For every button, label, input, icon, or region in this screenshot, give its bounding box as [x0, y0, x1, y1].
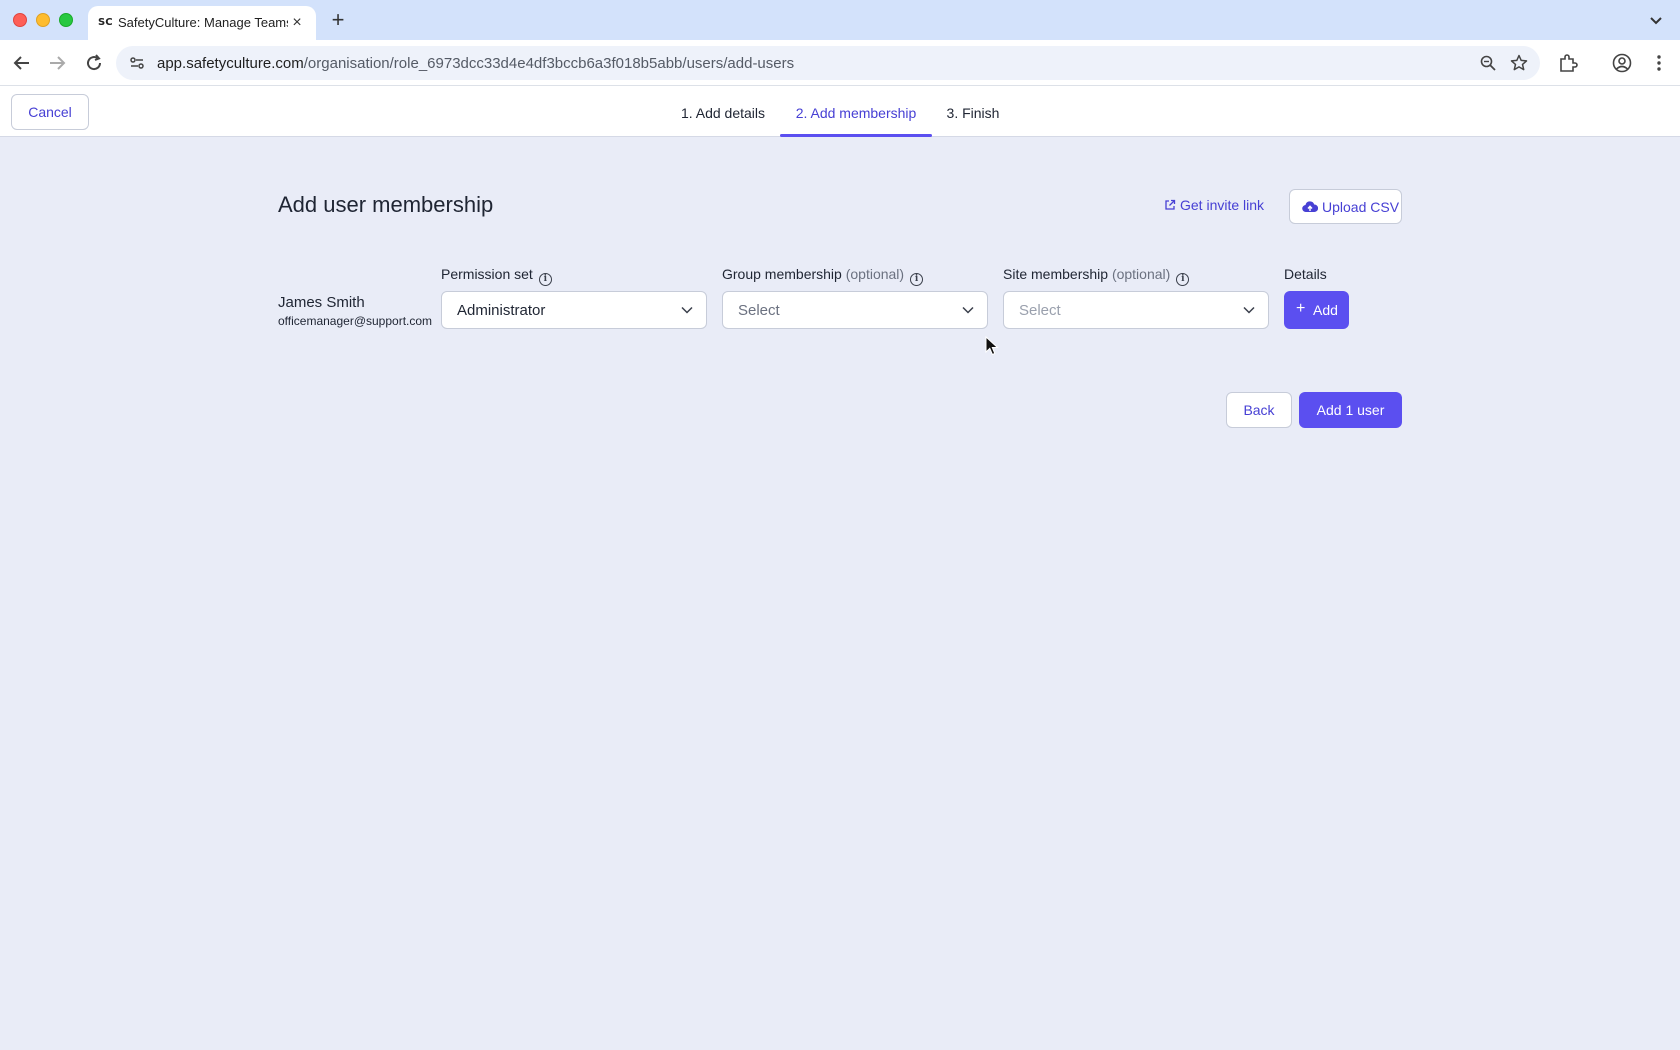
- permission-set-label-text: Permission set: [441, 266, 533, 282]
- chevron-down-icon: [1243, 306, 1255, 314]
- url-text: app.safetyculture.com/organisation/role_…: [157, 55, 794, 72]
- window-zoom-button[interactable]: [59, 13, 73, 27]
- safetyculture-favicon-icon: SC: [98, 17, 113, 28]
- back-arrow-icon[interactable]: [10, 51, 34, 75]
- step-label: 1. Add details: [680, 105, 766, 121]
- back-button[interactable]: Back: [1226, 392, 1292, 428]
- upload-csv-button[interactable]: Upload CSV: [1289, 189, 1402, 224]
- details-label: Details: [1284, 266, 1327, 282]
- wizard-header: Cancel 1. Add details 2. Add membership …: [0, 86, 1680, 137]
- cancel-button[interactable]: Cancel: [11, 94, 89, 130]
- url-path: /organisation/role_6973dcc33d4e4df3bccb6…: [303, 55, 795, 72]
- group-membership-label-text: Group membership: [722, 266, 842, 282]
- site-info-icon[interactable]: [128, 54, 146, 72]
- bookmark-star-icon[interactable]: [1510, 54, 1528, 72]
- close-tab-icon[interactable]: ×: [288, 14, 306, 32]
- new-tab-icon[interactable]: +: [326, 8, 350, 32]
- browser-toolbar: app.safetyculture.com/organisation/role_…: [0, 40, 1680, 86]
- group-membership-label: Group membership (optional) i: [722, 265, 924, 286]
- address-bar[interactable]: app.safetyculture.com/organisation/role_…: [116, 46, 1540, 80]
- site-info-icon[interactable]: i: [1176, 273, 1190, 286]
- zoom-icon[interactable]: [1479, 54, 1497, 72]
- permission-set-value: Administrator: [457, 302, 546, 319]
- permission-info-icon[interactable]: i: [538, 273, 552, 286]
- site-membership-placeholder: Select: [1019, 302, 1061, 319]
- step-finish[interactable]: 3. Finish: [940, 86, 1006, 136]
- mouse-cursor-icon: [985, 336, 999, 356]
- group-membership-select[interactable]: Select: [722, 291, 988, 329]
- extensions-icon[interactable]: [1557, 52, 1579, 74]
- profile-icon[interactable]: [1611, 52, 1633, 74]
- site-membership-label-text: Site membership: [1003, 266, 1109, 282]
- external-link-icon: [1165, 199, 1176, 210]
- optional-tag: (optional): [845, 266, 905, 282]
- site-membership-label: Site membership (optional) i: [1003, 265, 1190, 286]
- step-add-membership[interactable]: 2. Add membership: [780, 86, 932, 137]
- kebab-menu-icon[interactable]: [1648, 52, 1670, 74]
- user-name: James Smith: [278, 294, 365, 311]
- upload-csv-label: Upload CSV: [1322, 199, 1400, 215]
- get-invite-link-label: Get invite link: [1180, 197, 1265, 213]
- group-membership-placeholder: Select: [738, 302, 780, 319]
- browser-tab-bar: SC SafetyCulture: Manage Teams × +: [0, 0, 1680, 40]
- url-host: app.safetyculture.com: [157, 55, 304, 72]
- optional-tag: (optional): [1111, 266, 1171, 282]
- add-user-button[interactable]: Add 1 user: [1299, 392, 1402, 428]
- add-details-label: Add: [1313, 302, 1338, 318]
- reload-icon[interactable]: [82, 51, 106, 75]
- chevron-down-icon: [962, 306, 974, 314]
- plus-icon: +: [1296, 300, 1306, 317]
- permission-set-select[interactable]: Administrator: [441, 291, 707, 329]
- group-info-icon[interactable]: i: [910, 273, 924, 286]
- user-email: officemanager@support.com: [278, 314, 433, 328]
- chevron-down-icon: [681, 306, 693, 314]
- step-add-details[interactable]: 1. Add details: [672, 86, 774, 136]
- active-step-indicator: [780, 134, 932, 137]
- window-close-button[interactable]: [13, 13, 27, 27]
- site-membership-select[interactable]: Select: [1003, 291, 1269, 329]
- step-label: 2. Add membership: [795, 105, 917, 121]
- page-title: Add user membership: [278, 192, 494, 217]
- step-label: 3. Finish: [946, 105, 1000, 121]
- browser-tab[interactable]: SC SafetyCulture: Manage Teams ×: [88, 6, 316, 40]
- window-minimize-button[interactable]: [36, 13, 50, 27]
- tab-title: SafetyCulture: Manage Teams: [118, 15, 288, 30]
- permission-set-label: Permission set i: [441, 265, 552, 286]
- cloud-upload-icon: [1302, 201, 1318, 213]
- add-details-button[interactable]: + Add: [1284, 291, 1349, 329]
- forward-arrow-icon[interactable]: [45, 51, 69, 75]
- tab-search-chevron-icon[interactable]: [1646, 10, 1666, 30]
